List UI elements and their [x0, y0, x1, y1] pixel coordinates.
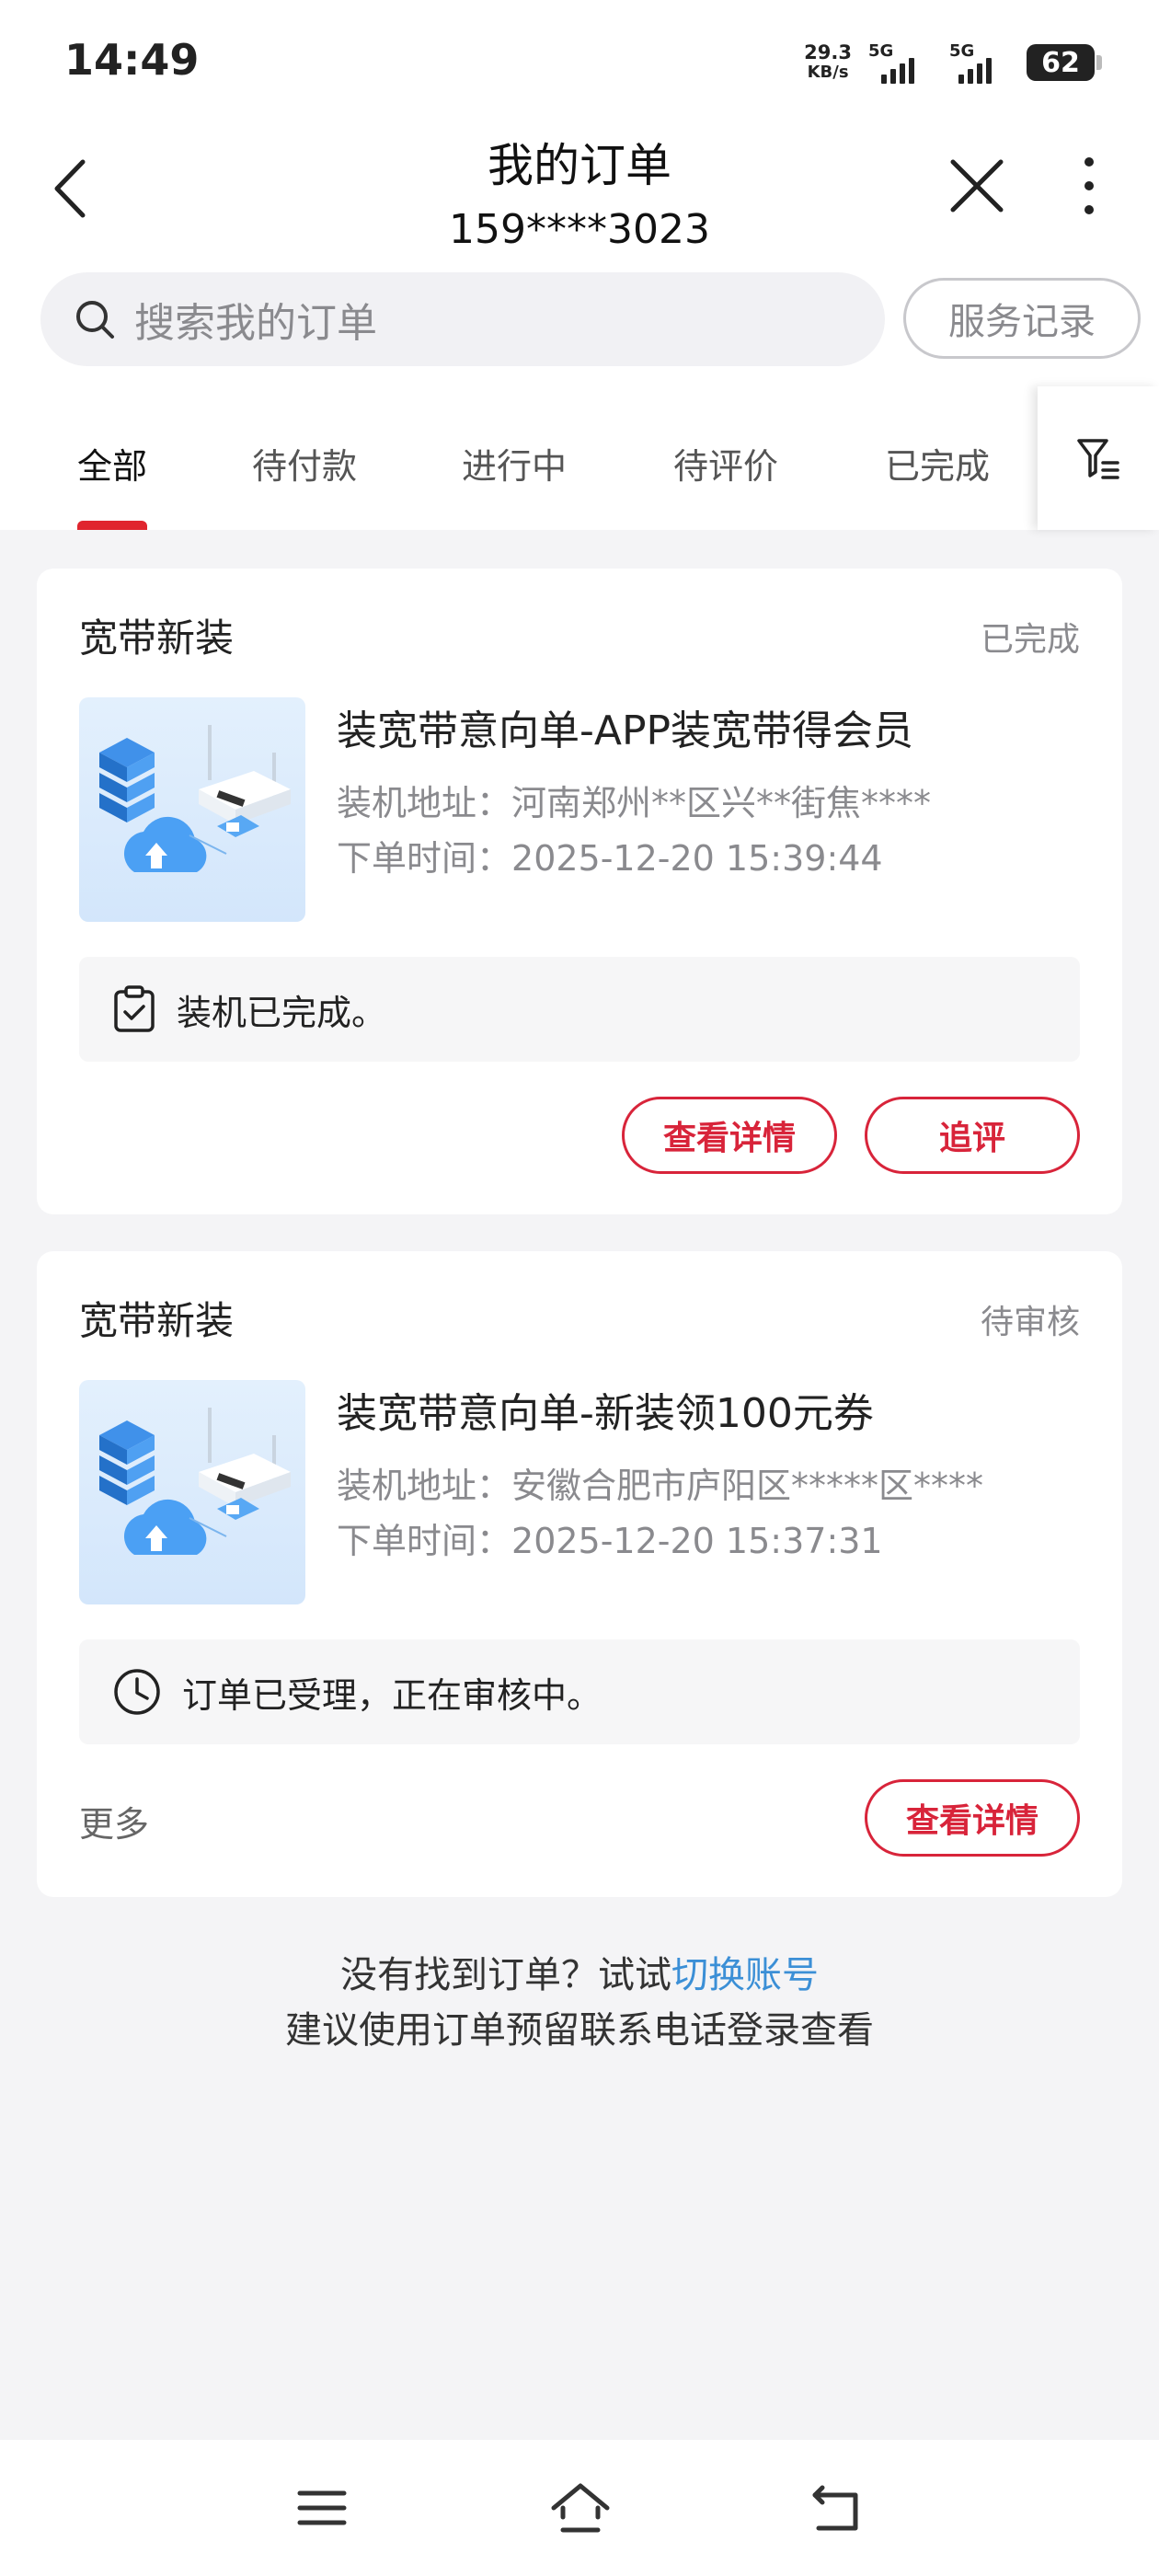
hint-subtext: 建议使用订单预留联系电话登录查看 [285, 2009, 874, 2052]
signal-icon: 5G [868, 41, 933, 84]
tab-in-progress[interactable]: 进行中 [462, 438, 567, 489]
order-status: 待审核 [980, 1304, 1080, 1341]
note-text: 订单已受理，正在审核中。 [182, 1674, 602, 1716]
product-name: 装宽带意向单-APP装宽带得会员 [337, 707, 914, 754]
system-nav-bar [0, 2440, 1159, 2576]
more-link[interactable]: 更多 [79, 1796, 149, 1846]
broadband-illustration-icon [99, 725, 291, 872]
search-input[interactable]: 搜索我的订单 [40, 272, 885, 366]
status-icons: 29.3 KB/s 5G 5G 62 [804, 37, 1102, 88]
filter-icon [1077, 439, 1119, 479]
product-thumbnail [79, 1380, 305, 1604]
time-value: 2025-12-20 15:39:44 [511, 838, 883, 879]
status-time: 14:49 [64, 35, 200, 85]
switch-account-link[interactable]: 切换账号 [671, 1954, 819, 1996]
view-details-button[interactable]: 查看详情 [865, 1779, 1080, 1857]
tab-pending-review[interactable]: 待评价 [673, 438, 778, 489]
order-tabs: 全部 待付款 进行中 待评价 已完成 [0, 386, 1159, 530]
note-text: 装机已完成。 [177, 992, 387, 1033]
net-speed-unit: KB/s [807, 63, 849, 82]
more-menu-icon[interactable] [1076, 156, 1102, 215]
tab-pending-payment[interactable]: 待付款 [252, 438, 357, 489]
time-label: 下单时间： [337, 838, 512, 879]
time-value: 2025-12-20 15:37:31 [511, 1521, 883, 1561]
home-icon[interactable] [548, 2480, 613, 2536]
net-speed: 29.3 KB/s [804, 42, 852, 83]
filter-button[interactable] [1038, 386, 1159, 530]
order-card[interactable]: 宽带新装 待审核 装宽带意向单-新装领100元券 装机地址：安徽合肥市庐阳区**… [37, 1251, 1122, 1897]
clipboard-check-icon [114, 985, 155, 1032]
sim2-label: 5G [949, 41, 975, 61]
broadband-illustration-icon [99, 1408, 291, 1555]
sim1-label: 5G [868, 41, 894, 61]
order-progress-note: 装机已完成。 [79, 957, 1080, 1062]
order-progress-note: 订单已受理，正在审核中。 [79, 1639, 1080, 1744]
no-order-hint: 没有找到订单？试试切换账号 [0, 1945, 1159, 1998]
nav-bar: 我的订单 159****3023 [0, 129, 1159, 253]
recent-apps-icon[interactable] [294, 2480, 350, 2536]
install-address: 装机地址：河南郑州**区兴**街焦**** [337, 775, 931, 825]
address-label: 装机地址： [337, 1466, 512, 1506]
search-icon [76, 301, 114, 339]
product-name: 装宽带意向单-新装领100元券 [337, 1390, 874, 1437]
back-nav-icon[interactable] [809, 2480, 865, 2536]
install-address: 装机地址：安徽合肥市庐阳区*****区**** [337, 1457, 983, 1508]
view-details-button[interactable]: 查看详情 [622, 1097, 837, 1174]
order-status: 已完成 [980, 621, 1080, 659]
order-type: 宽带新装 [79, 1298, 235, 1343]
net-speed-value: 29.3 [804, 41, 852, 63]
signal-icon-2: 5G [949, 41, 1010, 84]
address-value: 安徽合肥市庐阳区*****区**** [511, 1466, 984, 1506]
hint-text: 没有找到订单？试试 [340, 1954, 671, 1996]
order-time: 下单时间：2025-12-20 15:37:31 [337, 1512, 883, 1563]
address-value: 河南郑州**区兴**街焦**** [511, 783, 932, 823]
order-time: 下单时间：2025-12-20 15:39:44 [337, 830, 883, 880]
battery-level: 62 [1041, 46, 1080, 79]
tab-completed[interactable]: 已完成 [885, 438, 990, 489]
battery-icon: 62 [1027, 44, 1102, 81]
back-arrow-icon[interactable] [46, 156, 101, 221]
close-icon[interactable] [947, 156, 1006, 215]
order-card[interactable]: 宽带新装 已完成 装宽带意向单-APP装宽带得会员 装机地址：河南郑州**区兴*… [37, 569, 1122, 1214]
tab-all[interactable]: 全部 [77, 438, 147, 489]
header-area: 14:49 29.3 KB/s 5G 5G 62 我的订单 159****302… [0, 0, 1159, 530]
service-record-button[interactable]: 服务记录 [903, 278, 1141, 359]
search-placeholder: 搜索我的订单 [134, 300, 377, 347]
follow-up-review-button[interactable]: 追评 [865, 1097, 1080, 1174]
clock-icon [114, 1669, 160, 1715]
product-thumbnail [79, 697, 305, 922]
order-type: 宽带新装 [79, 615, 235, 661]
page: 14:49 29.3 KB/s 5G 5G 62 我的订单 159****302… [0, 0, 1159, 2576]
active-tab-indicator [77, 521, 147, 530]
time-label: 下单时间： [337, 1521, 512, 1561]
address-label: 装机地址： [337, 783, 512, 823]
